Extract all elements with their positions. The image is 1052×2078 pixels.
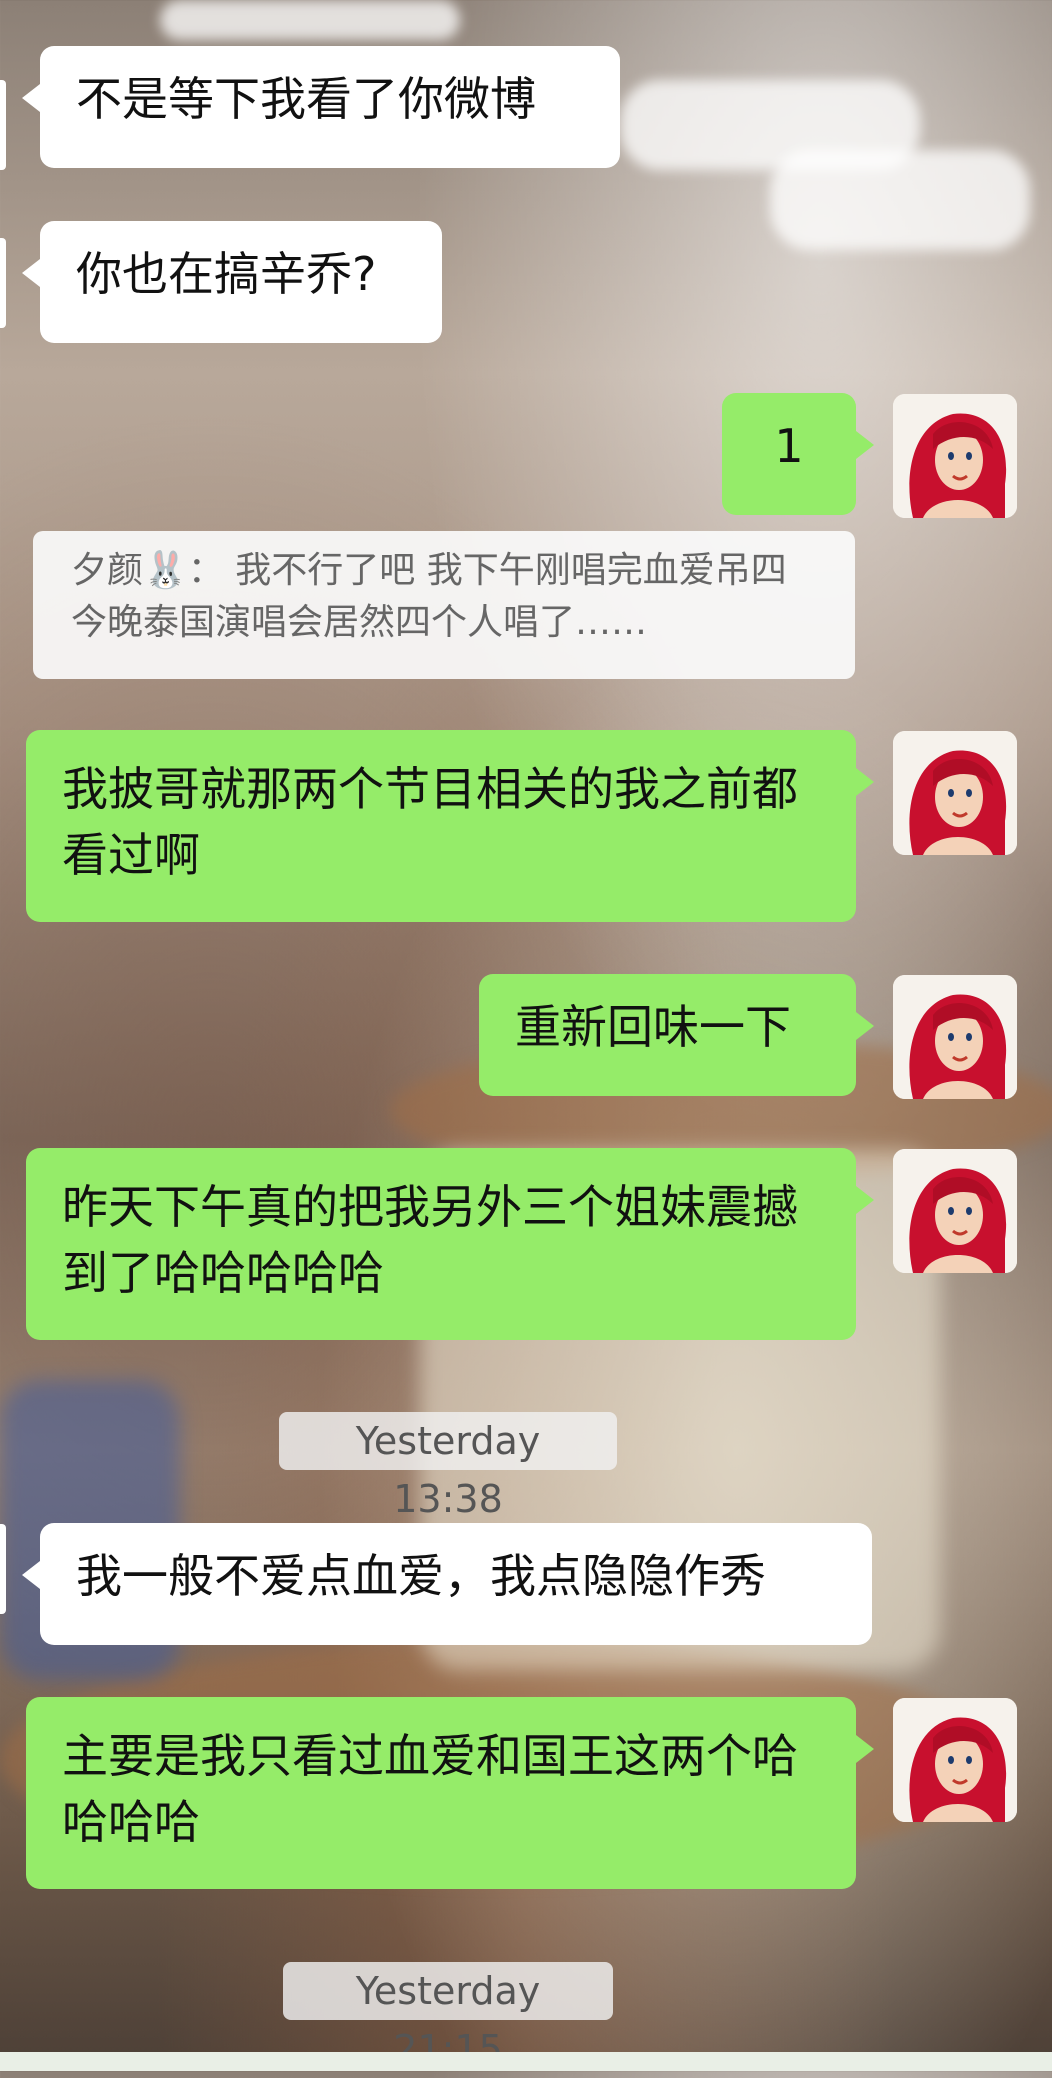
outgoing-message[interactable]: 主要是我只看过血爱和国王这两个哈哈哈哈 xyxy=(26,1697,874,1889)
avatar[interactable] xyxy=(893,1149,1017,1273)
red-haired-mermaid-avatar-icon xyxy=(893,731,1017,855)
red-haired-mermaid-avatar-icon xyxy=(893,394,1017,518)
message-text: 1 xyxy=(774,419,804,473)
timestamp: Yesterday 21:15 xyxy=(283,1962,613,2071)
message-text: 主要是我只看过血爱和国王这两个哈哈哈哈 xyxy=(62,1729,798,1849)
outgoing-message[interactable]: 我披哥就那两个节目相关的我之前都看过啊 xyxy=(26,730,874,922)
message-text: 你也在搞辛乔? xyxy=(76,247,377,301)
incoming-indicator xyxy=(0,238,6,328)
message-text: 重新回味一下 xyxy=(515,1000,791,1054)
quoted-message[interactable]: 夕颜🐰： 我不行了吧 我下午刚唱完血爱吊四今晚泰国演唱会居然四个人唱了…… xyxy=(33,531,855,679)
avatar[interactable] xyxy=(893,731,1017,855)
outgoing-message[interactable]: 重新回味一下 xyxy=(479,974,874,1096)
red-haired-mermaid-avatar-icon xyxy=(893,1149,1017,1273)
incoming-message[interactable]: 我一般不爱点血爱，我点隐隐作秀 xyxy=(22,1523,872,1645)
bottom-edge xyxy=(0,2052,1052,2071)
message-text: 不是等下我看了你微博 xyxy=(76,72,536,126)
message-text: 我披哥就那两个节目相关的我之前都看过啊 xyxy=(62,762,798,882)
red-haired-mermaid-avatar-icon xyxy=(893,1698,1017,1822)
incoming-indicator xyxy=(0,80,6,170)
avatar[interactable] xyxy=(893,394,1017,518)
incoming-message[interactable]: 你也在搞辛乔? xyxy=(22,221,442,343)
outgoing-message[interactable]: 昨天下午真的把我另外三个姐妹震撼到了哈哈哈哈哈 xyxy=(26,1148,874,1340)
incoming-indicator xyxy=(0,1524,6,1614)
avatar[interactable] xyxy=(893,1698,1017,1822)
message-text: 我一般不爱点血爱，我点隐隐作秀 xyxy=(76,1549,766,1603)
timestamp: Yesterday 13:38 xyxy=(279,1412,617,1521)
message-text: 昨天下午真的把我另外三个姐妹震撼到了哈哈哈哈哈 xyxy=(62,1180,798,1300)
avatar[interactable] xyxy=(893,975,1017,1099)
outgoing-message[interactable]: 1 xyxy=(722,393,874,515)
incoming-message[interactable]: 不是等下我看了你微博 xyxy=(22,46,620,168)
red-haired-mermaid-avatar-icon xyxy=(893,975,1017,1099)
quoted-message-text: 夕颜🐰： 我不行了吧 我下午刚唱完血爱吊四今晚泰国演唱会居然四个人唱了…… xyxy=(71,550,787,643)
